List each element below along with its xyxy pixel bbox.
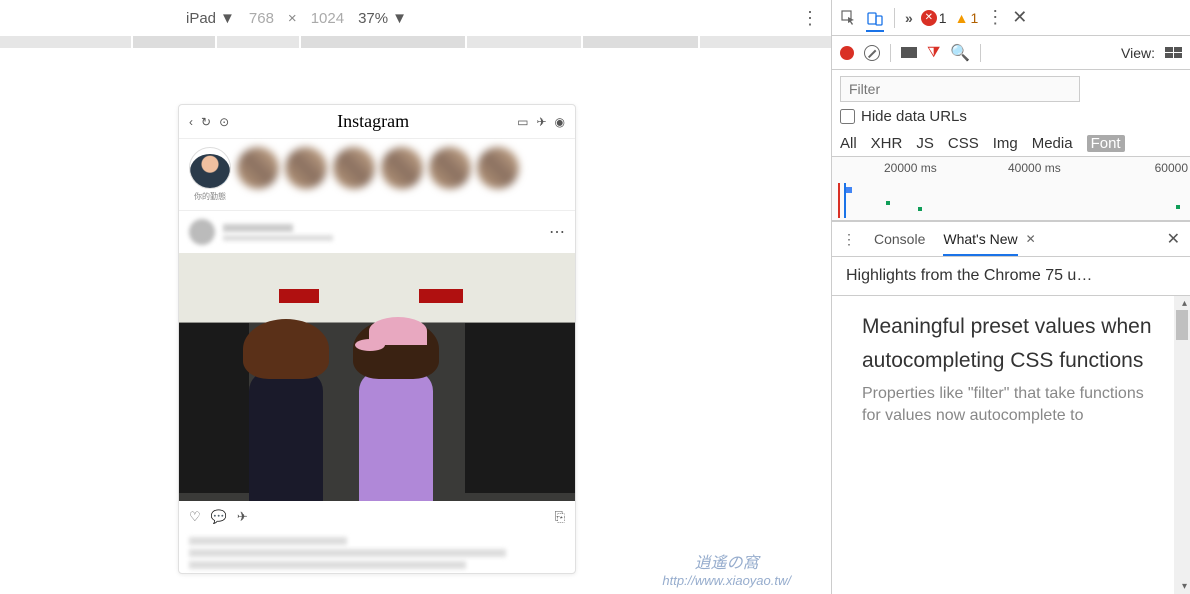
- like-icon[interactable]: ♡: [189, 509, 201, 525]
- emulated-canvas: ‹ ↻ ⊙ Instagram ▭ ✈ ◉ 你的勤態: [0, 48, 831, 594]
- story-item[interactable]: [381, 147, 423, 189]
- responsive-ruler[interactable]: [0, 36, 831, 48]
- record-button[interactable]: [840, 46, 854, 60]
- story-item[interactable]: [333, 147, 375, 189]
- tab-whats-new[interactable]: What's New: [943, 231, 1017, 256]
- viewport-width-input[interactable]: 768: [249, 10, 274, 27]
- filter-toggle-icon[interactable]: ⧩: [927, 44, 940, 61]
- dimension-separator: ×: [288, 10, 297, 27]
- post-actions: ♡ 💬 ✈ ⎘: [179, 501, 575, 533]
- filter-media[interactable]: Media: [1032, 135, 1073, 152]
- profile-icon[interactable]: ◉: [555, 115, 565, 129]
- warning-count[interactable]: 1: [955, 10, 979, 26]
- drawer-menu-icon[interactable]: ⋮: [842, 231, 856, 248]
- device-toolbar: iPad▼ 768 × 1024 37%▼ ⋮: [0, 0, 831, 36]
- post-header: ⋯: [179, 211, 575, 253]
- story-item[interactable]: [429, 147, 471, 189]
- device-viewport: iPad▼ 768 × 1024 37%▼ ⋮ ‹ ↻ ⊙ Instagram: [0, 0, 832, 594]
- bookmark-icon[interactable]: ⎘: [555, 509, 565, 525]
- search-icon[interactable]: 🔍: [950, 43, 970, 63]
- filter-css[interactable]: CSS: [948, 135, 979, 152]
- emulated-page[interactable]: ‹ ↻ ⊙ Instagram ▭ ✈ ◉ 你的勤態: [178, 104, 576, 574]
- zoom-select[interactable]: 37%▼: [358, 10, 407, 27]
- hide-data-urls-checkbox[interactable]: Hide data URLs: [840, 108, 1182, 125]
- error-count[interactable]: ✕1: [921, 10, 947, 26]
- instagram-logo: Instagram: [337, 111, 409, 132]
- clear-button[interactable]: [864, 45, 880, 61]
- network-filter-input[interactable]: [840, 76, 1080, 102]
- network-type-filter: All XHR JS CSS Img Media Font: [832, 131, 1190, 157]
- post-text: [189, 537, 347, 545]
- post-image[interactable]: [179, 253, 575, 501]
- post-more-icon[interactable]: ⋯: [549, 222, 565, 242]
- large-rows-icon[interactable]: [1165, 47, 1182, 58]
- share-icon[interactable]: ✈: [237, 509, 248, 525]
- device-select[interactable]: iPad▼: [186, 10, 235, 27]
- scrollbar[interactable]: ▴ ▾: [1174, 296, 1190, 594]
- inspect-element-icon[interactable]: [840, 9, 858, 27]
- tab-console[interactable]: Console: [874, 231, 925, 247]
- devtools-menu-icon[interactable]: ⋮: [986, 7, 1004, 28]
- scroll-up-icon[interactable]: ▴: [1182, 298, 1187, 309]
- devtools-panel: » ✕1 1 ⋮ ✕ ⧩ 🔍 View: Hide data URLs All …: [832, 0, 1190, 594]
- network-toolbar: ⧩ 🔍 View:: [832, 36, 1190, 70]
- igtv-icon[interactable]: ▭: [517, 115, 528, 129]
- post-text: [189, 549, 506, 557]
- instagram-header: ‹ ↻ ⊙ Instagram ▭ ✈ ◉: [179, 105, 575, 139]
- story-item[interactable]: [477, 147, 519, 189]
- panel-overflow-icon[interactable]: »: [905, 10, 913, 26]
- post-text: [189, 561, 466, 569]
- scroll-down-icon[interactable]: ▾: [1182, 581, 1187, 592]
- view-label: View:: [1121, 45, 1155, 61]
- post-avatar[interactable]: [189, 219, 215, 245]
- back-icon[interactable]: ‹: [189, 115, 193, 129]
- filter-img[interactable]: Img: [993, 135, 1018, 152]
- filter-xhr[interactable]: XHR: [871, 135, 903, 152]
- post-location[interactable]: [223, 235, 333, 241]
- refresh-icon[interactable]: ↻: [201, 115, 211, 129]
- story-item[interactable]: [285, 147, 327, 189]
- watermark: 逍遙の窩 http://www.xiaoyao.tw/: [662, 549, 791, 588]
- devtools-main-toolbar: » ✕1 1 ⋮ ✕: [832, 0, 1190, 36]
- device-toolbar-menu-icon[interactable]: ⋮: [801, 8, 819, 29]
- screenshots-icon[interactable]: [901, 47, 917, 58]
- viewport-height-input[interactable]: 1024: [311, 10, 344, 27]
- filter-font[interactable]: Font: [1087, 135, 1125, 152]
- whats-new-header: Highlights from the Chrome 75 u…: [832, 257, 1190, 296]
- whats-new-heading: Meaningful preset values when autocomple…: [862, 310, 1160, 377]
- comment-icon[interactable]: 💬: [211, 509, 227, 525]
- filter-js[interactable]: JS: [916, 135, 934, 152]
- your-story[interactable]: [189, 147, 231, 189]
- send-icon[interactable]: ✈: [536, 115, 546, 129]
- whats-new-body: Properties like "filter" that take funct…: [862, 383, 1160, 426]
- post-username[interactable]: [223, 224, 293, 232]
- scroll-thumb[interactable]: [1176, 310, 1188, 340]
- whats-new-content[interactable]: Meaningful preset values when autocomple…: [832, 296, 1190, 594]
- tab-close-icon[interactable]: ✕: [1026, 232, 1036, 246]
- stories-row[interactable]: 你的勤態: [179, 139, 575, 211]
- drawer-close-icon[interactable]: ✕: [1167, 229, 1180, 249]
- drawer-tabs: ⋮ Console What's New ✕ ✕: [832, 221, 1190, 257]
- story-item[interactable]: [237, 147, 279, 189]
- filter-all[interactable]: All: [840, 135, 857, 152]
- device-mode-icon[interactable]: [866, 14, 884, 32]
- camera-icon[interactable]: ⊙: [219, 115, 229, 129]
- hide-data-urls-box[interactable]: [840, 109, 855, 124]
- devtools-close-icon[interactable]: ✕: [1012, 7, 1027, 28]
- network-timeline[interactable]: 20000 ms 40000 ms 60000: [832, 157, 1190, 221]
